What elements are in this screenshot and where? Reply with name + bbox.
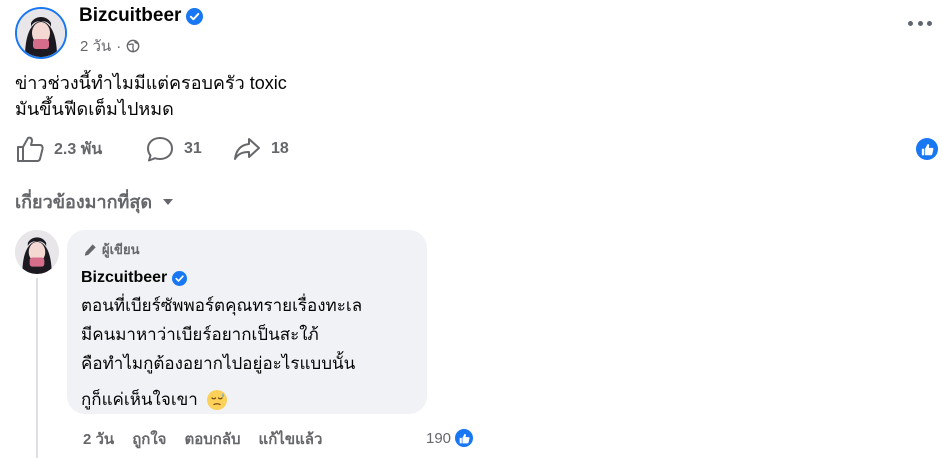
- like-reaction-icon: [453, 427, 476, 449]
- share-count: 18: [271, 140, 289, 157]
- post-body: ข่าวช่วงนี้ทำไมมีแต่ครอบครัว toxic มันขึ…: [15, 70, 287, 122]
- commenter-name-label[interactable]: Bizcuitbeer: [81, 269, 167, 287]
- share-button[interactable]: 18: [232, 135, 289, 163]
- like-reaction-icon[interactable]: [916, 138, 938, 160]
- comment-like-button[interactable]: ถูกใจ: [132, 427, 166, 451]
- more-horizontal-icon: [908, 20, 913, 26]
- comment-button[interactable]: 31: [145, 135, 232, 163]
- downcast-face-emoji-icon: [206, 389, 227, 410]
- comment-reactions[interactable]: 190: [426, 427, 476, 449]
- comment-sort-dropdown[interactable]: เกี่ยวข้องมากที่สุด: [15, 187, 174, 216]
- verified-badge-icon: [186, 7, 204, 25]
- like-button[interactable]: 2.3 พัน: [15, 135, 145, 163]
- post-timestamp[interactable]: 2 วัน: [80, 34, 111, 58]
- comment-line-4: กูก็แค่เห็นใจเขา: [81, 390, 198, 409]
- post-author-name[interactable]: Bizcuitbeer: [79, 5, 204, 27]
- comment-reaction-count: 190: [426, 429, 452, 447]
- commenter-name[interactable]: Bizcuitbeer: [81, 269, 413, 287]
- comment-body: ตอนที่เบียร์ซัพพอร์ตคุณทรายเรื่องทะเล มี…: [81, 291, 413, 378]
- author-badge: ผู้เขียน: [83, 239, 413, 260]
- meta-separator: ·: [116, 37, 122, 55]
- author-badge-label: ผู้เขียน: [102, 242, 140, 257]
- post-author-avatar[interactable]: [15, 7, 67, 59]
- more-options-button[interactable]: [908, 16, 932, 30]
- pen-icon: [84, 243, 96, 256]
- post-meta: 2 วัน ·: [80, 34, 140, 58]
- verified-badge-icon: [172, 270, 188, 286]
- comment-sort-label: เกี่ยวข้องมากที่สุด: [15, 192, 153, 212]
- commenter-avatar[interactable]: [15, 230, 59, 274]
- post-actions: 2.3 พัน 31 18: [15, 135, 289, 163]
- comment-bubble: ผู้เขียน Bizcuitbeer ตอนที่เบียร์ซัพพอร์…: [67, 230, 427, 414]
- thread-line: [36, 278, 38, 458]
- comment-reply-button[interactable]: ตอบกลับ: [184, 427, 240, 451]
- comment-actions: 2 วัน ถูกใจ ตอบกลับ แก้ไขแล้ว: [83, 427, 340, 451]
- comment-edited-label[interactable]: แก้ไขแล้ว: [259, 427, 323, 451]
- post-text-line-2: มันขึ้นฟีดเต็มไปหมด: [15, 99, 174, 119]
- caret-down-icon: [163, 198, 174, 205]
- comment-timestamp[interactable]: 2 วัน: [83, 427, 114, 451]
- like-count: 2.3 พัน: [54, 140, 103, 158]
- comment-line-2: มีคนมาหาว่าเบียร์อยากเป็นสะใภ้: [81, 325, 319, 344]
- post-text-line-1: ข่าวช่วงนี้ทำไมมีแต่ครอบครัว toxic: [15, 73, 287, 93]
- comment-line-3: คือทำไมกูต้องอยากไปอยู่อะไรแบบนั้น: [81, 354, 356, 373]
- thumbs-up-icon: [17, 136, 44, 162]
- comment-last-line-row: กูก็แค่เห็นใจเขา: [81, 385, 413, 414]
- globe-icon: [126, 39, 140, 53]
- comment-bubble-icon: [147, 137, 173, 162]
- comment-count: 31: [184, 140, 202, 157]
- comment-line-1: ตอนที่เบียร์ซัพพอร์ตคุณทรายเรื่องทะเล: [81, 296, 363, 315]
- share-arrow-icon: [234, 138, 260, 160]
- post-author-label[interactable]: Bizcuitbeer: [79, 5, 181, 27]
